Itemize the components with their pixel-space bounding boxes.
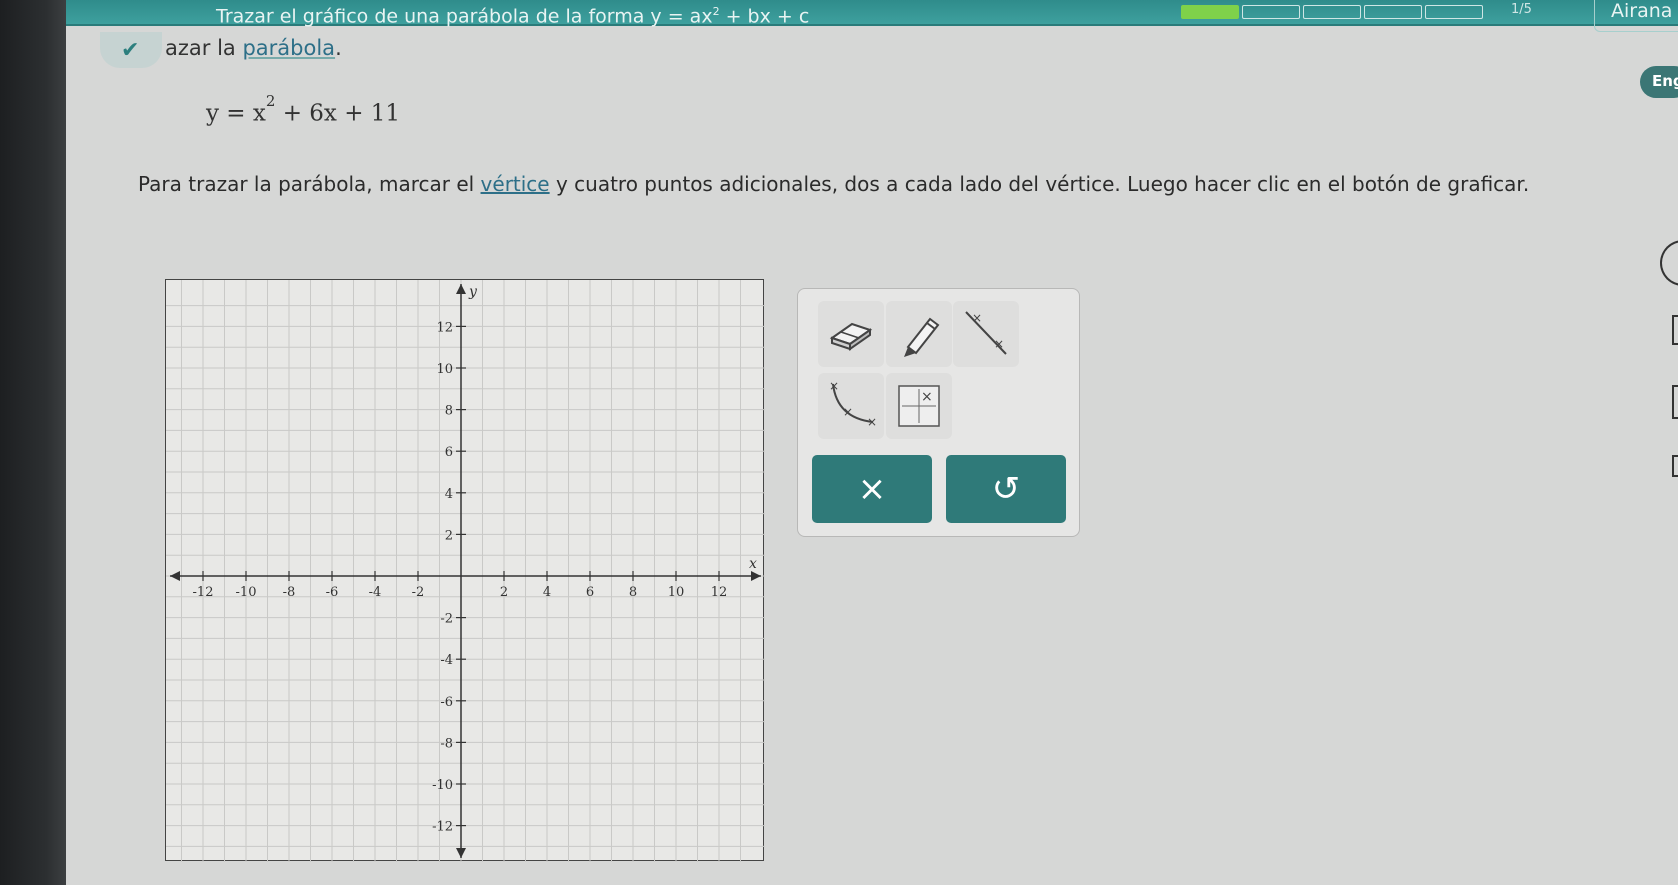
y-axis-label: y xyxy=(468,284,478,300)
language-button[interactable]: Eng xyxy=(1640,66,1678,98)
x-tick-label: -2 xyxy=(412,585,425,600)
x-tick-label: 10 xyxy=(668,585,685,600)
y-tick-label: 6 xyxy=(445,445,453,460)
y-tick-label: -12 xyxy=(432,820,453,835)
x-tick-label: 4 xyxy=(543,585,551,600)
x-tick-label: -6 xyxy=(326,585,339,600)
line-tool[interactable]: × × xyxy=(953,301,1019,367)
y-axis-arrow xyxy=(456,848,466,858)
side-tool-edge[interactable] xyxy=(1672,385,1678,419)
progress-count: 1/5 xyxy=(1511,2,1532,17)
svg-text:×: × xyxy=(829,379,839,393)
x-tick-label: -4 xyxy=(369,585,382,600)
y-tick-label: -6 xyxy=(440,695,453,710)
pencil-tool[interactable] xyxy=(886,301,952,367)
screen-bezel xyxy=(0,0,66,885)
svg-text:×: × xyxy=(972,311,982,325)
point-tool[interactable]: × xyxy=(886,373,952,439)
x-tick-label: -8 xyxy=(283,585,296,600)
graph-canvas[interactable]: -12 -10 -8 -6 -4 -2 2 4 6 8 10 12 12 10 8 6 4 2 -2 -4 -6 -8 -1… xyxy=(165,279,765,862)
y-axis-arrow xyxy=(456,284,466,294)
y-tick-label: -8 xyxy=(440,736,453,751)
topic-title: Trazar el gráfico de una parábola de la … xyxy=(216,5,810,28)
progress-segment xyxy=(1242,5,1300,19)
parabola-icon: × × × xyxy=(829,379,877,429)
tool-panel: × × × × × × × ↺ xyxy=(797,288,1080,537)
pencil-icon xyxy=(904,317,940,357)
y-tick-label: -10 xyxy=(432,778,453,793)
x-tick-label: -12 xyxy=(193,585,214,600)
parabola-tool[interactable]: × × × xyxy=(818,373,884,439)
progress-segment xyxy=(1303,5,1361,19)
line-icon: × × xyxy=(965,311,1007,355)
y-tick-label: 10 xyxy=(436,362,453,377)
chevron-down-icon[interactable]: ✔ xyxy=(121,38,139,63)
y-tick-label: 2 xyxy=(445,528,453,543)
x-axis-arrow xyxy=(170,571,180,581)
eraser-tool[interactable] xyxy=(818,301,884,367)
undo-button[interactable]: ↺ xyxy=(946,455,1066,523)
x-tick-label: 6 xyxy=(586,585,594,600)
clear-button[interactable]: × xyxy=(812,455,932,523)
svg-text:×: × xyxy=(921,389,933,405)
y-tick-label: -2 xyxy=(440,612,453,627)
x-tick-label: 2 xyxy=(500,585,508,600)
parabola-link[interactable]: parábola xyxy=(242,36,335,60)
progress-segment xyxy=(1181,5,1239,19)
y-tick-label: 4 xyxy=(445,487,453,502)
side-tool-edge[interactable] xyxy=(1672,315,1678,345)
x-tick-label: -10 xyxy=(236,585,257,600)
eraser-icon xyxy=(829,322,873,351)
svg-text:×: × xyxy=(843,405,853,419)
equation: y = x2 + 6x + 11 xyxy=(206,92,401,127)
x-tick-label: 8 xyxy=(629,585,637,600)
coordinate-plane[interactable]: -12 -10 -8 -6 -4 -2 2 4 6 8 10 12 12 10 8 6 4 2 -2 -4 -6 -8 -1… xyxy=(166,280,765,862)
vertex-link[interactable]: vértice xyxy=(481,172,550,196)
progress-segment xyxy=(1364,5,1422,19)
side-control-edge[interactable] xyxy=(1660,240,1678,286)
svg-text:×: × xyxy=(994,337,1004,351)
top-bar: Trazar el gráfico de una parábola de la … xyxy=(66,0,1678,32)
y-tick-label: 8 xyxy=(445,404,453,419)
progress-segment xyxy=(1425,5,1483,19)
instructions: Para trazar la parábola, marcar el vérti… xyxy=(138,172,1530,196)
svg-text:×: × xyxy=(867,415,877,429)
side-tool-edge[interactable] xyxy=(1672,455,1678,477)
point-icon: × xyxy=(898,385,940,427)
y-tick-label: -4 xyxy=(440,653,453,668)
x-tick-label: 12 xyxy=(711,585,728,600)
user-name[interactable]: Airana Zoe xyxy=(1611,0,1678,22)
task-title: azar la parábola. xyxy=(165,36,342,60)
x-axis-arrow xyxy=(751,571,761,581)
y-tick-label: 12 xyxy=(436,320,453,335)
progress-bar xyxy=(1181,5,1483,19)
x-axis-label: x xyxy=(749,556,757,572)
